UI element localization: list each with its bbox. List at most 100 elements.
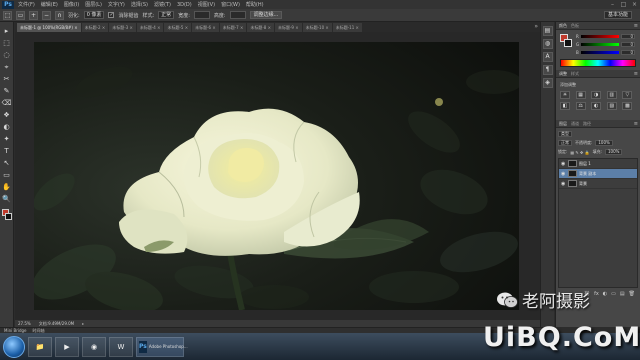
document-tab-3[interactable]: 未标题-3 × bbox=[109, 23, 136, 32]
document-tab-7[interactable]: 未标题-7 × bbox=[219, 23, 247, 32]
close-icon[interactable]: × bbox=[631, 1, 638, 8]
type-tool-icon[interactable]: T bbox=[2, 146, 12, 156]
document-tab-11[interactable]: 未标题-11 × bbox=[332, 23, 362, 32]
quick-select-tool-icon[interactable]: ⌖ bbox=[2, 62, 12, 72]
menu-help[interactable]: 帮助(H) bbox=[246, 1, 264, 8]
vibrance-icon[interactable]: ▽ bbox=[622, 91, 633, 99]
photo-filter-icon[interactable]: ▨ bbox=[606, 102, 617, 110]
new-layer-icon[interactable]: ▤ bbox=[620, 291, 625, 297]
blend-mode-select[interactable]: 正常 bbox=[558, 140, 572, 146]
layer-row[interactable]: ◉ 图层 1 bbox=[559, 159, 637, 169]
new-selection-icon[interactable]: ▭ bbox=[16, 10, 25, 20]
properties-panel-icon[interactable]: ◍ bbox=[542, 39, 553, 49]
marquee-tool-preset-icon[interactable]: ⬚ bbox=[3, 10, 12, 20]
tab-styles[interactable]: 样式 bbox=[571, 71, 579, 77]
layers-panel-menu-icon[interactable]: ≡ bbox=[634, 121, 638, 127]
hue-saturation-icon[interactable]: ◧ bbox=[560, 102, 570, 110]
menu-image[interactable]: 图像(I) bbox=[64, 1, 79, 8]
document-tab-4[interactable]: 未标题-4 × bbox=[136, 23, 164, 32]
document-tab-10[interactable]: 未标题-10 × bbox=[302, 23, 332, 32]
pen-tool-icon[interactable]: ✦ bbox=[2, 134, 12, 144]
opacity-input[interactable]: 100% bbox=[595, 140, 613, 146]
marquee-tool-icon[interactable]: ⬚ bbox=[2, 38, 12, 48]
tool-presets-panel-icon[interactable]: ◈ bbox=[542, 78, 553, 88]
dodge-tool-icon[interactable]: ◐ bbox=[2, 122, 12, 132]
adjustments-panel-menu-icon[interactable]: ≡ bbox=[634, 71, 638, 77]
color-swatches[interactable] bbox=[1, 208, 13, 222]
maximize-icon[interactable]: □ bbox=[620, 1, 627, 8]
document-tab-5[interactable]: 未标题-5 × bbox=[164, 23, 192, 32]
paragraph-panel-icon[interactable]: ¶ bbox=[542, 65, 553, 75]
menu-layer[interactable]: 图层(L) bbox=[85, 1, 102, 8]
character-panel-icon[interactable]: A bbox=[542, 52, 553, 62]
taskbar-app-button[interactable]: ◉ bbox=[82, 336, 106, 357]
menu-select[interactable]: 选择(S) bbox=[131, 1, 148, 8]
color-spectrum[interactable] bbox=[560, 59, 636, 67]
visibility-eye-icon[interactable]: ◉ bbox=[561, 181, 566, 187]
zoom-tool-icon[interactable]: 🔍 bbox=[2, 194, 12, 204]
eraser-tool-icon[interactable]: ⌫ bbox=[2, 98, 12, 108]
layer-mask-icon[interactable]: ▭ bbox=[611, 291, 616, 297]
stamp-tool-icon[interactable]: ❖ bbox=[2, 110, 12, 120]
feather-input[interactable]: 0 像素 bbox=[83, 11, 105, 19]
menu-view[interactable]: 视图(V) bbox=[198, 1, 215, 8]
document-tab-9[interactable]: 未标题-9 × bbox=[274, 23, 302, 32]
lock-icons[interactable]: ▦ ✎ ✥ 🔒 bbox=[570, 150, 589, 155]
exposure-icon[interactable]: ▥ bbox=[606, 91, 617, 99]
delete-layer-icon[interactable]: 🗑 bbox=[629, 291, 635, 297]
menu-filter[interactable]: 滤镜(T) bbox=[154, 1, 171, 8]
menu-file[interactable]: 文件(F) bbox=[18, 1, 35, 8]
slider-b[interactable]: B 0 bbox=[576, 49, 635, 55]
color-panel-menu-icon[interactable]: ≡ bbox=[634, 23, 638, 29]
slider-r[interactable]: R 0 bbox=[576, 33, 635, 39]
curves-icon[interactable]: ◑ bbox=[591, 91, 602, 99]
style-select[interactable]: 正常 bbox=[158, 11, 175, 19]
hand-tool-icon[interactable]: ✋ bbox=[2, 182, 12, 192]
taskbar-media-button[interactable]: ▶ bbox=[55, 336, 79, 357]
tab-channels[interactable]: 通道 bbox=[571, 121, 579, 127]
refine-edge-button[interactable]: 调整边缘... bbox=[249, 11, 283, 19]
menu-edit[interactable]: 编辑(E) bbox=[41, 1, 58, 8]
taskbar-photoshop-button[interactable]: Ps Adobe Photoshop... bbox=[136, 336, 188, 357]
document-tab-1[interactable]: 未标题-1 @ 100%(RGB/8#) × bbox=[17, 23, 81, 32]
tab-paths[interactable]: 路径 bbox=[583, 121, 591, 127]
tab-swatches[interactable]: 色板 bbox=[571, 23, 579, 29]
document-image[interactable] bbox=[34, 42, 519, 310]
document-tab-8[interactable]: 未标题-8 × bbox=[247, 23, 274, 32]
canvas-area[interactable] bbox=[15, 32, 540, 320]
channel-mixer-icon[interactable]: ▩ bbox=[622, 102, 633, 110]
add-selection-icon[interactable]: + bbox=[29, 10, 38, 20]
history-panel-icon[interactable]: ▤ bbox=[542, 26, 553, 36]
layer-kind-select[interactable]: 类型 bbox=[558, 131, 572, 137]
levels-icon[interactable]: ▦ bbox=[575, 91, 586, 99]
minimize-icon[interactable]: – bbox=[609, 1, 616, 8]
move-tool-icon[interactable]: ▸ bbox=[2, 26, 12, 36]
menu-3d[interactable]: 3D(D) bbox=[177, 2, 192, 8]
black-white-icon[interactable]: ◐ bbox=[591, 102, 602, 110]
subtract-selection-icon[interactable]: − bbox=[42, 10, 51, 20]
brightness-icon[interactable]: ☀ bbox=[560, 91, 570, 99]
document-tab-6[interactable]: 未标题-6 × bbox=[192, 23, 219, 32]
crop-tool-icon[interactable]: ✂ bbox=[2, 74, 12, 84]
lasso-tool-icon[interactable]: ◌ bbox=[2, 50, 12, 60]
layer-row[interactable]: ◉ 背景 bbox=[559, 179, 637, 189]
layer-row[interactable]: ◉ 背景 副本 bbox=[559, 169, 637, 179]
visibility-eye-icon[interactable]: ◉ bbox=[561, 171, 566, 177]
intersect-selection-icon[interactable]: ∩ bbox=[55, 10, 64, 20]
color-balance-icon[interactable]: ⚖ bbox=[575, 102, 586, 110]
brush-tool-icon[interactable]: ✎ bbox=[2, 86, 12, 96]
panel-background-swatch[interactable] bbox=[564, 39, 572, 47]
taskbar-word-button[interactable]: W bbox=[109, 336, 133, 357]
background-color-swatch[interactable] bbox=[4, 213, 12, 220]
fill-input[interactable]: 100% bbox=[605, 149, 623, 155]
tab-adjustments[interactable]: 调整 bbox=[559, 71, 567, 77]
layer-style-icon[interactable]: fx bbox=[594, 291, 599, 297]
document-tab-2[interactable]: 未标题-2 × bbox=[81, 23, 109, 32]
width-input[interactable] bbox=[193, 11, 210, 19]
taskbar-explorer-button[interactable]: 📁 bbox=[28, 336, 52, 357]
antialias-checkbox[interactable]: ✓ bbox=[108, 12, 115, 18]
workspace-select[interactable]: 基本功能 bbox=[603, 11, 632, 19]
visibility-eye-icon[interactable]: ◉ bbox=[561, 161, 566, 167]
status-menu-icon[interactable]: ▸ bbox=[82, 321, 84, 326]
start-button[interactable] bbox=[3, 335, 25, 358]
